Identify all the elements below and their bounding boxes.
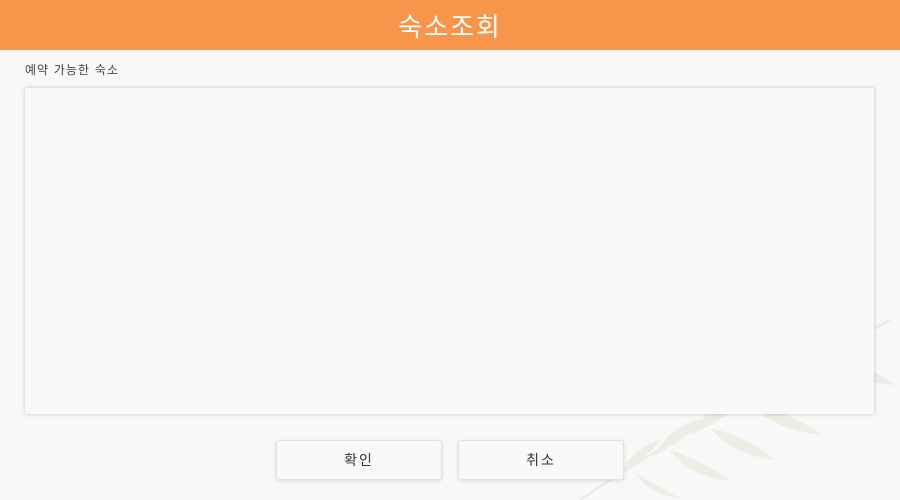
- title-bar: 숙소조회: [0, 0, 900, 50]
- available-accommodations-label: 예약 가능한 숙소: [25, 63, 119, 77]
- cancel-button[interactable]: 취소: [458, 440, 624, 480]
- available-accommodations-list[interactable]: [25, 88, 874, 414]
- accommodation-search-window: 숙소조회 예약 가능한 숙소 확인 취소: [0, 0, 900, 500]
- confirm-button[interactable]: 확인: [276, 440, 442, 480]
- page-title: 숙소조회: [398, 12, 502, 43]
